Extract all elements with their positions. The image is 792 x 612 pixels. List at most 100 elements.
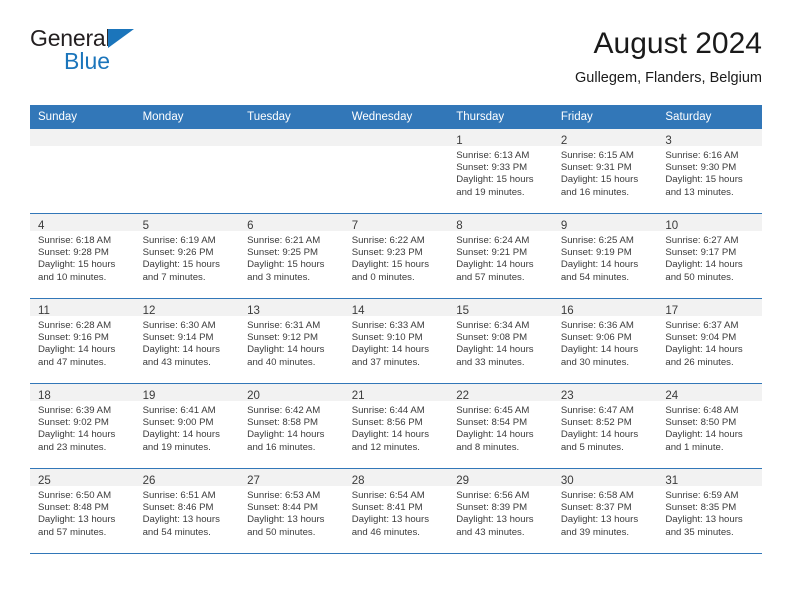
calendar-day-cell[interactable]: 22 Sunrise: 6:45 AM Sunset: 8:54 PM Dayligh… (448, 383, 553, 469)
day-box: 15 Sunrise: 6:34 AM Sunset: 9:08 PM Dayligh… (448, 299, 553, 383)
daylight-text-line2: and 57 minutes. (456, 271, 525, 283)
day-box: 9 Sunrise: 6:25 AM Sunset: 9:19 PM Daylight… (552, 214, 658, 298)
sunset-text: Sunset: 8:35 PM (665, 502, 737, 514)
daylight-text-line2: and 26 minutes. (665, 356, 734, 368)
calendar-day-cell[interactable]: 24 Sunrise: 6:48 AM Sunset: 8:50 PM Dayligh… (657, 383, 762, 469)
daylight-text-line2: and 3 minutes. (247, 271, 311, 283)
calendar-day-cell[interactable]: 4 Sunrise: 6:18 AM Sunset: 9:28 PM Daylight… (30, 213, 135, 299)
calendar-day-cell[interactable]: 9 Sunrise: 6:25 AM Sunset: 9:19 PM Daylight… (552, 213, 658, 299)
daylight-text-line2: and 43 minutes. (142, 356, 211, 368)
calendar-day-cell[interactable]: 7 Sunrise: 6:22 AM Sunset: 9:23 PM Daylight… (343, 213, 449, 299)
day-detail: Sunrise: 6:39 AM Sunset: 9:02 PM Daylight:… (30, 401, 135, 454)
calendar-day-cell[interactable]: 30 Sunrise: 6:58 AM Sunset: 8:37 PM Dayligh… (552, 468, 658, 554)
day-number: 31 (665, 475, 679, 487)
day-box: 7 Sunrise: 6:22 AM Sunset: 9:23 PM Daylight… (343, 214, 449, 298)
daylight-text-line2: and 7 minutes. (142, 271, 206, 283)
calendar-day-cell[interactable]: 28 Sunrise: 6:54 AM Sunset: 8:41 PM Dayligh… (343, 468, 449, 554)
daylight-text-line1: Daylight: 14 hours (665, 259, 743, 271)
day-detail: Sunrise: 6:45 AM Sunset: 8:54 PM Daylight:… (448, 401, 553, 454)
calendar-day-cell[interactable]: 18 Sunrise: 6:39 AM Sunset: 9:02 PM Dayligh… (30, 383, 135, 469)
day-number: 30 (560, 475, 574, 487)
calendar-day-cell[interactable]: 21 Sunrise: 6:44 AM Sunset: 8:56 PM Dayligh… (343, 383, 449, 469)
calendar-day-cell[interactable]: 6 Sunrise: 6:21 AM Sunset: 9:25 PM Daylight… (239, 213, 344, 299)
daylight-text-line2: and 0 minutes. (351, 271, 415, 283)
sunset-text: Sunset: 9:31 PM (560, 162, 632, 174)
calendar-day-cell[interactable]: 10 Sunrise: 6:27 AM Sunset: 9:17 PM Dayligh… (657, 213, 762, 299)
calendar-day-cell[interactable]: 11 Sunrise: 6:28 AM Sunset: 9:16 PM Dayligh… (30, 298, 135, 384)
day-box: 13 Sunrise: 6:31 AM Sunset: 9:12 PM Dayligh… (239, 299, 344, 383)
day-number: 9 (560, 220, 568, 232)
calendar-day-cell[interactable]: 19 Sunrise: 6:41 AM Sunset: 9:00 PM Dayligh… (134, 383, 240, 469)
sunrise-text: Sunrise: 6:18 AM (38, 235, 112, 246)
sunrise-text: Sunrise: 6:13 AM (456, 150, 530, 161)
calendar-day-cell[interactable]: 16 Sunrise: 6:36 AM Sunset: 9:06 PM Dayligh… (552, 298, 658, 384)
daylight-text-line2: and 46 minutes. (351, 526, 420, 538)
sunset-text: Sunset: 8:52 PM (560, 417, 632, 429)
calendar-day-cell[interactable]: 23 Sunrise: 6:47 AM Sunset: 8:52 PM Dayligh… (552, 383, 658, 469)
sunset-text: Sunset: 9:12 PM (247, 332, 319, 344)
day-number-band: 7 (343, 214, 449, 232)
day-box: 27 Sunrise: 6:53 AM Sunset: 8:44 PM Dayligh… (239, 469, 344, 553)
daylight-text-line2: and 40 minutes. (247, 356, 316, 368)
weekday-header-saturday: Saturday (657, 105, 762, 129)
calendar-day-cell[interactable]: 31 Sunrise: 6:59 AM Sunset: 8:35 PM Dayligh… (657, 468, 762, 554)
calendar-day-cell[interactable]: 20 Sunrise: 6:42 AM Sunset: 8:58 PM Dayligh… (239, 383, 344, 469)
day-number: 14 (351, 305, 365, 317)
calendar-day-cell[interactable]: 12 Sunrise: 6:30 AM Sunset: 9:14 PM Dayligh… (134, 298, 240, 384)
day-number-band: 20 (239, 384, 344, 402)
day-number-band: 25 (30, 469, 135, 487)
day-number-band: 28 (343, 469, 449, 487)
day-detail: Sunrise: 6:41 AM Sunset: 9:00 PM Daylight:… (135, 401, 240, 454)
calendar-day-cell[interactable]: 17 Sunrise: 6:37 AM Sunset: 9:04 PM Dayligh… (657, 298, 762, 384)
day-detail: Sunrise: 6:18 AM Sunset: 9:28 PM Daylight:… (30, 231, 135, 284)
calendar-day-cell[interactable]: 14 Sunrise: 6:33 AM Sunset: 9:10 PM Dayligh… (343, 298, 449, 384)
brand-line1-text: General (30, 25, 111, 51)
day-number-band: 4 (30, 214, 135, 232)
daylight-text-line2: and 47 minutes. (38, 356, 107, 368)
sunrise-text: Sunrise: 6:56 AM (456, 490, 530, 501)
sunrise-text: Sunrise: 6:27 AM (665, 235, 739, 246)
calendar-day-cell[interactable]: 5 Sunrise: 6:19 AM Sunset: 9:26 PM Daylight… (134, 213, 240, 299)
day-box (134, 129, 240, 213)
calendar-day-cell[interactable]: 1 Sunrise: 6:13 AM Sunset: 9:33 PM Daylight… (448, 129, 553, 214)
calendar-day-cell[interactable]: 13 Sunrise: 6:31 AM Sunset: 9:12 PM Dayligh… (239, 298, 344, 384)
daylight-text-line2: and 37 minutes. (351, 356, 420, 368)
calendar-day-cell[interactable]: 27 Sunrise: 6:53 AM Sunset: 8:44 PM Dayligh… (239, 468, 344, 554)
day-detail: Sunrise: 6:24 AM Sunset: 9:21 PM Daylight:… (448, 231, 553, 284)
calendar-day-cell-empty (343, 129, 449, 214)
daylight-text-line1: Daylight: 13 hours (665, 514, 743, 526)
day-box: 10 Sunrise: 6:27 AM Sunset: 9:17 PM Dayligh… (657, 214, 762, 298)
day-number-band: 6 (239, 214, 344, 232)
sunset-text: Sunset: 9:26 PM (142, 247, 214, 259)
day-number: 5 (142, 220, 149, 232)
day-number-band (239, 129, 344, 146)
daylight-text-line1: Daylight: 14 hours (456, 429, 534, 441)
day-detail: Sunrise: 6:48 AM Sunset: 8:50 PM Daylight:… (657, 401, 762, 454)
day-box: 2 Sunrise: 6:15 AM Sunset: 9:31 PM Daylight… (552, 129, 658, 213)
day-box: 29 Sunrise: 6:56 AM Sunset: 8:39 PM Dayligh… (448, 469, 553, 553)
day-number-band: 22 (448, 384, 553, 402)
day-box: 5 Sunrise: 6:19 AM Sunset: 9:26 PM Daylight… (134, 214, 240, 298)
day-detail: Sunrise: 6:33 AM Sunset: 9:10 PM Daylight:… (344, 316, 449, 369)
calendar-day-cell[interactable]: 15 Sunrise: 6:34 AM Sunset: 9:08 PM Dayligh… (448, 298, 553, 384)
sunrise-text: Sunrise: 6:28 AM (38, 320, 112, 331)
triangle-logo-icon (108, 29, 135, 48)
daylight-text-line1: Daylight: 13 hours (456, 514, 534, 526)
daylight-text-line1: Daylight: 14 hours (665, 429, 743, 441)
day-box: 25 Sunrise: 6:50 AM Sunset: 8:48 PM Dayligh… (30, 469, 135, 553)
sunset-text: Sunset: 9:14 PM (142, 332, 214, 344)
calendar-day-cell[interactable]: 26 Sunrise: 6:51 AM Sunset: 8:46 PM Dayligh… (134, 468, 240, 554)
calendar-day-cell[interactable]: 8 Sunrise: 6:24 AM Sunset: 9:21 PM Daylight… (448, 213, 553, 299)
day-box: 20 Sunrise: 6:42 AM Sunset: 8:58 PM Dayligh… (239, 384, 344, 468)
calendar-day-cell[interactable]: 3 Sunrise: 6:16 AM Sunset: 9:30 PM Daylight… (657, 129, 762, 214)
sunrise-text: Sunrise: 6:45 AM (456, 405, 530, 416)
calendar-day-cell[interactable]: 25 Sunrise: 6:50 AM Sunset: 8:48 PM Dayligh… (30, 468, 135, 554)
daylight-text-line2: and 13 minutes. (665, 186, 734, 198)
day-box (343, 129, 449, 213)
calendar-day-cell[interactable]: 29 Sunrise: 6:56 AM Sunset: 8:39 PM Dayligh… (448, 468, 553, 554)
day-number-band: 27 (239, 469, 344, 487)
calendar-day-cell[interactable]: 2 Sunrise: 6:15 AM Sunset: 9:31 PM Daylight… (552, 129, 658, 214)
day-box (239, 129, 344, 213)
day-detail: Sunrise: 6:53 AM Sunset: 8:44 PM Daylight:… (239, 486, 344, 539)
day-detail: Sunrise: 6:47 AM Sunset: 8:52 PM Daylight:… (553, 401, 658, 454)
